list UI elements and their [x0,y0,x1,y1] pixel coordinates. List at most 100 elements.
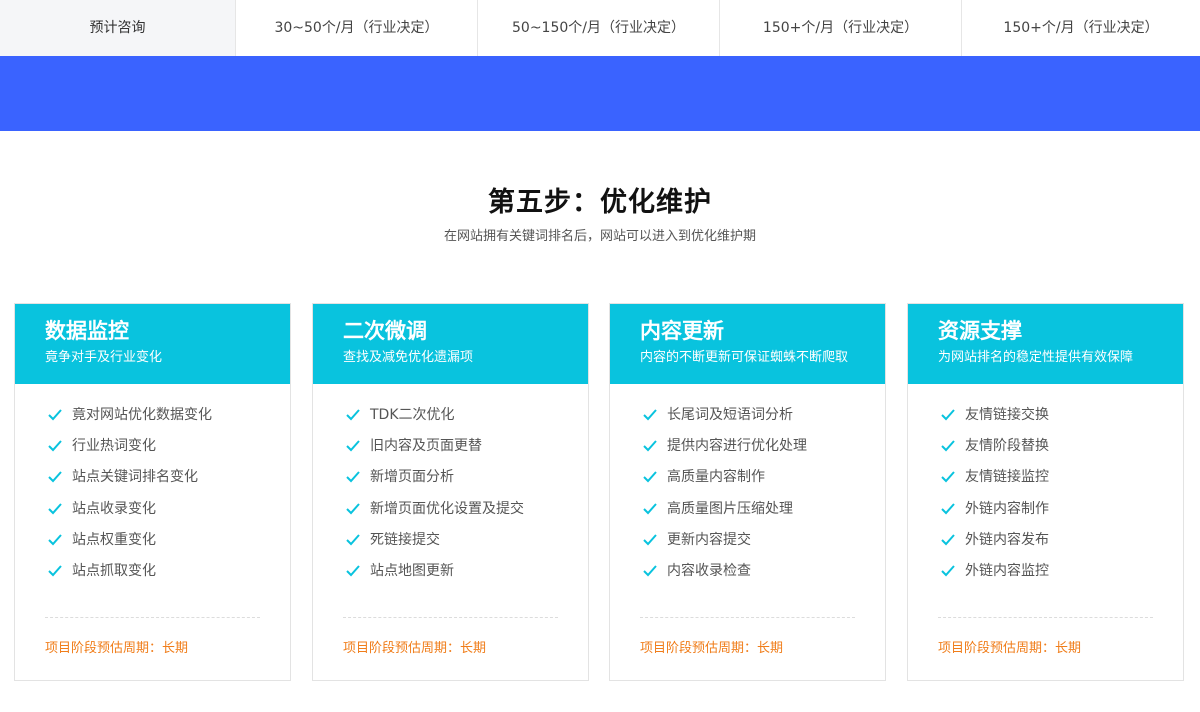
card-description: 竟争对手及行业变化 [45,350,163,365]
list-item-label: 友情链接监控 [965,469,1049,486]
blue-banner [0,56,1200,131]
check-icon [343,404,363,426]
check-icon [938,498,958,520]
list-item-label: 外链内容发布 [965,531,1049,548]
card-feature-list: 竟对网站优化数据变化 行业热词变化 站点关键词排名变化 站点收录变化 站点权重变… [15,384,290,591]
list-item-label: 旧内容及页面更替 [370,438,482,455]
check-icon [343,435,363,457]
check-icon [640,466,660,488]
list-item: 友情阶段替换 [938,435,1183,466]
card-data-monitoring: 数据监控 竟争对手及行业变化 竟对网站优化数据变化 行业热词变化 站点关键词排名… [14,303,291,681]
card-period: 项目阶段预估周期：长期 [938,641,1082,656]
list-item-label: 友情链接交换 [965,407,1049,423]
check-icon [343,466,363,488]
list-item-label: 新增页面优化设置及提交 [370,500,524,517]
list-item: 站点收录变化 [45,498,290,529]
check-icon [938,404,958,426]
dashed-divider [45,617,260,618]
card-description: 为网站排名的稳定性提供有效保障 [938,350,1134,365]
list-item-label: 高质量图片压缩处理 [667,500,793,517]
list-item: 外链内容监控 [938,560,1183,591]
check-icon [343,560,363,582]
dashed-divider [938,617,1153,618]
pricing-cell-tier-2: 50~150个/月（行业决定） [478,0,720,56]
list-item-label: 提供内容进行优化处理 [667,438,807,455]
list-item: 友情链接交换 [938,404,1183,435]
service-cards: 数据监控 竟争对手及行业变化 竟对网站优化数据变化 行业热词变化 站点关键词排名… [14,303,1186,681]
list-item: 长尾词及短语词分析 [640,404,885,435]
card-period: 项目阶段预估周期：长期 [640,641,784,656]
check-icon [938,466,958,488]
list-item: 高质量内容制作 [640,466,885,497]
check-icon [640,560,660,582]
check-icon [45,498,65,520]
list-item: 竟对网站优化数据变化 [45,404,290,435]
list-item-label: 新增页面分析 [370,469,454,486]
list-item: 外链内容制作 [938,498,1183,529]
dashed-divider [640,617,855,618]
check-icon [640,435,660,457]
list-item: 外链内容发布 [938,529,1183,560]
list-item: 更新内容提交 [640,529,885,560]
pricing-cell-tier-4: 150+个/月（行业决定） [1003,20,1159,36]
card-header: 内容更新 内容的不断更新可保证蜘蛛不断爬取 [610,304,885,384]
section-title: 第五步：优化维护 [488,187,712,218]
list-item-label: 友情阶段替换 [965,438,1049,455]
list-item: 高质量图片压缩处理 [640,498,885,529]
list-item-label: 站点收录变化 [72,500,156,517]
list-item-label: TDK二次优化 [370,407,455,423]
list-item: 行业热词变化 [45,435,290,466]
list-item-label: 内容收录检查 [667,562,751,579]
list-item: 新增页面分析 [343,466,588,497]
pricing-row: 预计咨询 30~50个/月（行业决定） 50~150个/月（行业决定） 150+… [0,0,1200,57]
list-item: 友情链接监控 [938,466,1183,497]
list-item: 站点地图更新 [343,560,588,591]
list-item: 站点关键词排名变化 [45,466,290,497]
section-subtitle: 在网站拥有关键词排名后，网站可以进入到优化维护期 [443,229,756,244]
list-item: 站点抓取变化 [45,560,290,591]
card-header: 数据监控 竟争对手及行业变化 [15,304,290,384]
pricing-cell-tier-3: 150+个/月（行业决定） [720,0,962,56]
card-feature-list: 友情链接交换 友情阶段替换 友情链接监控 外链内容制作 外链内容发布 外链内容监… [908,384,1183,591]
check-icon [343,529,363,551]
check-icon [640,498,660,520]
list-item-label: 更新内容提交 [667,531,751,548]
list-item: TDK二次优化 [343,404,588,435]
card-content-update: 内容更新 内容的不断更新可保证蜘蛛不断爬取 长尾词及短语词分析 提供内容进行优化… [609,303,886,681]
check-icon [45,560,65,582]
card-header: 资源支撑 为网站排名的稳定性提供有效保障 [908,304,1183,384]
list-item-label: 站点权重变化 [72,531,156,548]
check-icon [45,404,65,426]
card-period: 项目阶段预估周期：长期 [343,641,487,656]
check-icon [640,404,660,426]
check-icon [938,529,958,551]
card-header: 二次微调 查找及减免优化遗漏项 [313,304,588,384]
check-icon [938,435,958,457]
check-icon [45,529,65,551]
pricing-cell-tier-1: 30~50个/月（行业决定） [236,0,478,56]
list-item-label: 站点抓取变化 [72,562,156,579]
list-item: 旧内容及页面更替 [343,435,588,466]
card-fine-tuning: 二次微调 查找及减免优化遗漏项 TDK二次优化 旧内容及页面更替 新增页面分析 … [312,303,589,681]
list-item-label: 外链内容制作 [965,500,1049,517]
card-feature-list: TDK二次优化 旧内容及页面更替 新增页面分析 新增页面优化设置及提交 死链接提… [313,384,588,591]
list-item: 内容收录检查 [640,560,885,591]
list-item-label: 行业热词变化 [72,438,156,455]
pricing-cell-label: 预计咨询 [0,0,236,56]
card-title: 资源支撑 [938,319,1022,343]
list-item-label: 高质量内容制作 [667,469,765,486]
list-item-label: 死链接提交 [370,531,440,548]
card-title: 内容更新 [640,319,724,343]
list-item: 站点权重变化 [45,529,290,560]
list-item: 死链接提交 [343,529,588,560]
list-item-label: 长尾词及短语词分析 [667,407,793,423]
check-icon [45,435,65,457]
card-description: 查找及减免优化遗漏项 [343,350,474,365]
card-resource-support: 资源支撑 为网站排名的稳定性提供有效保障 友情链接交换 友情阶段替换 友情链接监… [907,303,1184,681]
list-item-label: 外链内容监控 [965,562,1049,579]
check-icon [640,529,660,551]
list-item-label: 站点关键词排名变化 [72,469,198,486]
list-item-label: 竟对网站优化数据变化 [72,407,212,423]
card-description: 内容的不断更新可保证蜘蛛不断爬取 [640,350,849,365]
dashed-divider [343,617,558,618]
